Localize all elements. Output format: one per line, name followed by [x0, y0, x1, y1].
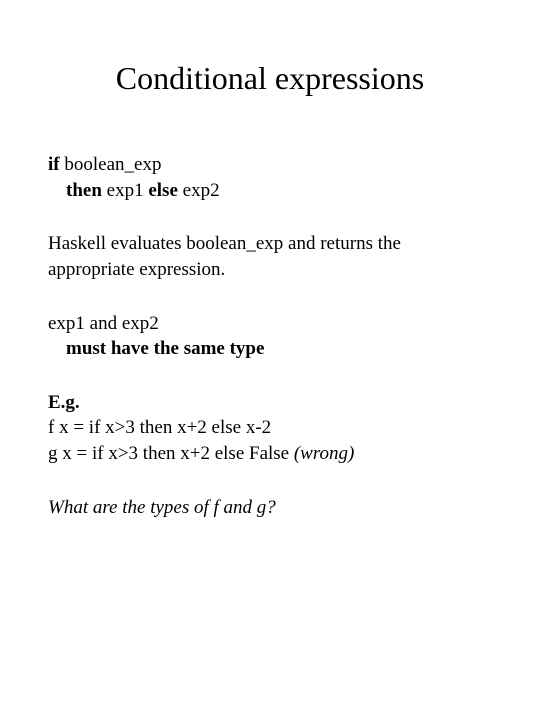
syntax-exp1: exp1 — [102, 180, 148, 201]
syntax-line-1: if boolean_exp — [48, 152, 492, 178]
syntax-boolean-exp: boolean_exp — [60, 154, 162, 175]
example-g-note: (wrong) — [294, 443, 355, 464]
question-block: What are the types of f and g? — [48, 495, 492, 521]
syntax-line-2: then exp1 else exp2 — [48, 178, 492, 204]
slide: Conditional expressions if boolean_exp t… — [0, 0, 540, 720]
explanation-block: Haskell evaluates boolean_exp and return… — [48, 231, 492, 282]
example-heading: E.g. — [48, 390, 492, 416]
typing-block: exp1 and exp2 must have the same type — [48, 311, 492, 362]
kw-if: if — [48, 154, 60, 175]
syntax-exp2: exp2 — [178, 180, 220, 201]
typing-line-1: exp1 and exp2 — [48, 311, 492, 337]
example-g: g x = if x>3 then x+2 else False (wrong) — [48, 441, 492, 467]
example-block: E.g. f x = if x>3 then x+2 else x-2 g x … — [48, 390, 492, 467]
slide-body: if boolean_exp then exp1 else exp2 Haske… — [48, 152, 492, 520]
explanation-text: Haskell evaluates boolean_exp and return… — [48, 231, 492, 282]
slide-title: Conditional expressions — [48, 60, 492, 97]
example-f: f x = if x>3 then x+2 else x-2 — [48, 415, 492, 441]
syntax-block: if boolean_exp then exp1 else exp2 — [48, 152, 492, 203]
typing-line-2: must have the same type — [48, 336, 492, 362]
kw-then: then — [66, 180, 102, 201]
example-g-code: g x = if x>3 then x+2 else False — [48, 443, 294, 464]
kw-else: else — [148, 180, 178, 201]
